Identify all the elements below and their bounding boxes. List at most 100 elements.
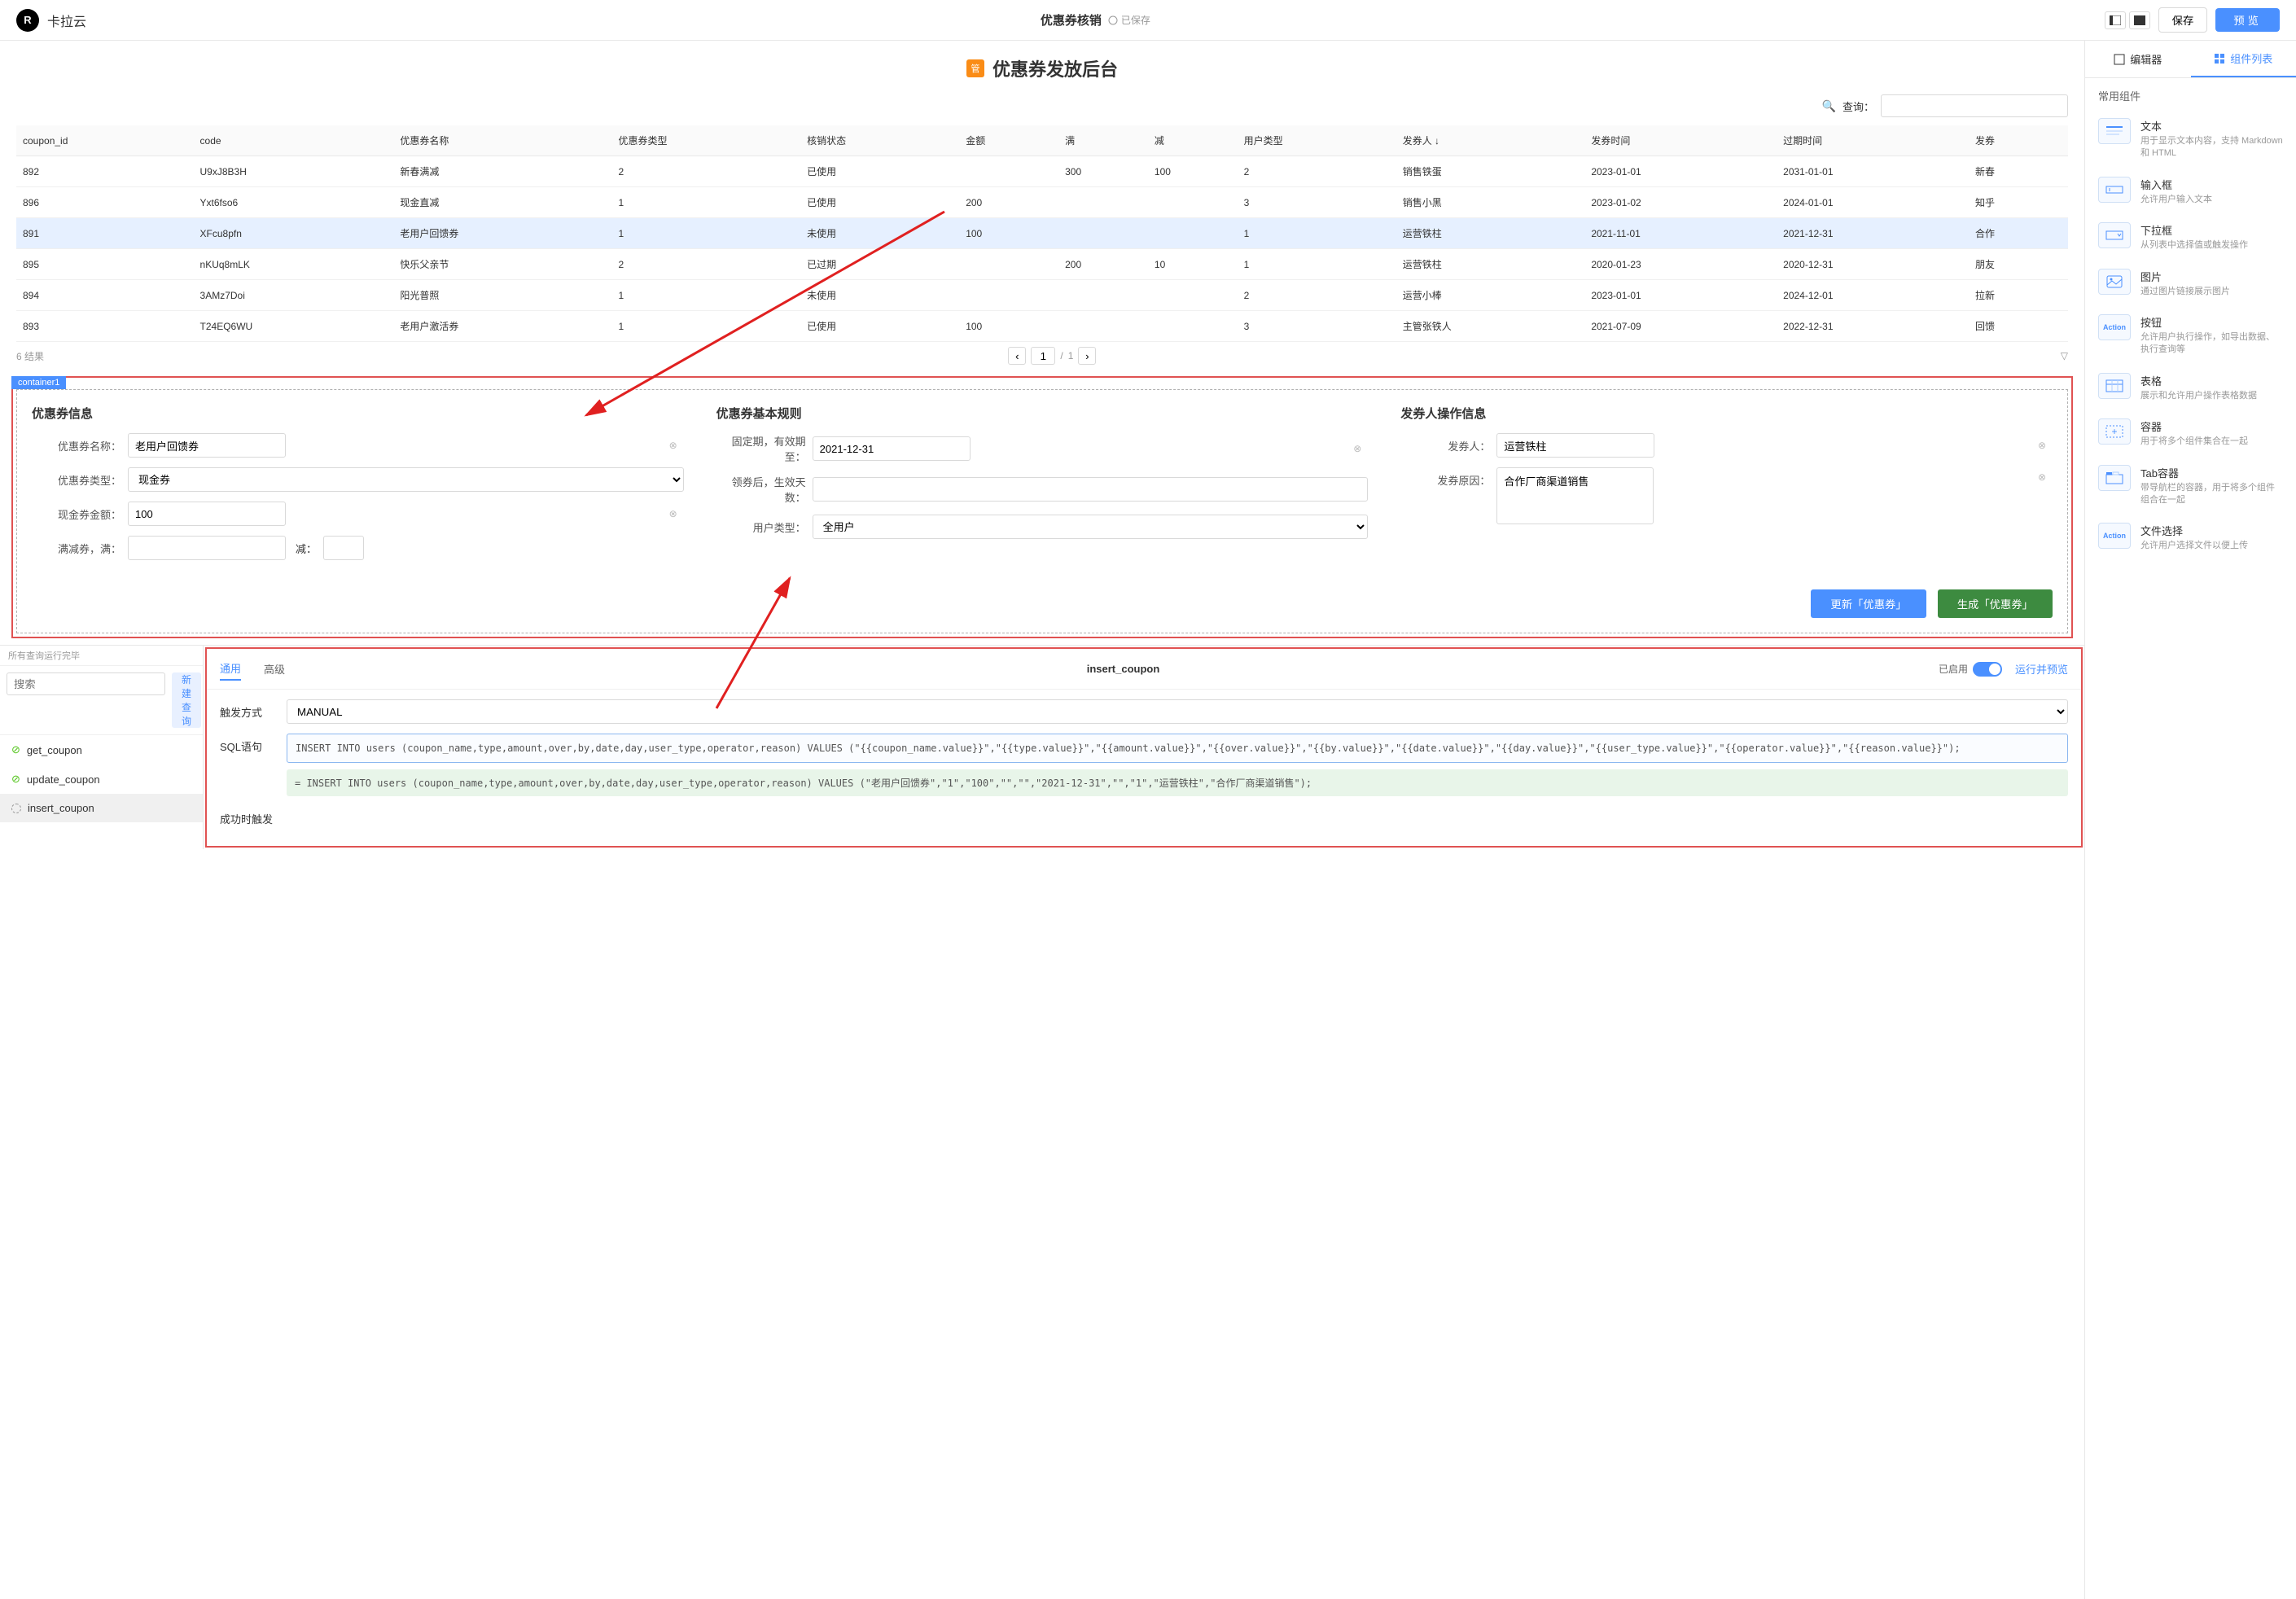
enabled-label: 已启用 — [1939, 662, 1968, 676]
table-header[interactable]: 优惠券名称 — [393, 125, 611, 156]
table-cell: 100 — [959, 218, 1058, 249]
table-header[interactable]: 用户类型 — [1238, 125, 1396, 156]
update-coupon-button[interactable]: 更新「优惠券」 — [1811, 589, 1926, 618]
table-header[interactable]: code — [194, 125, 394, 156]
component-desc: 允许用户执行操作，如导出数据、执行查询等 — [2140, 331, 2283, 357]
table-header[interactable]: coupon_id — [16, 125, 194, 156]
reason-textarea[interactable] — [1496, 467, 1654, 524]
component-desc: 通过图片链接展示图片 — [2140, 286, 2283, 298]
section-operator-title: 发券人操作信息 — [1400, 405, 2053, 422]
table-row[interactable]: 893T24EQ6WU老用户激活券1已使用1003主管张铁人2021-07-09… — [16, 311, 2068, 342]
table-cell: 合作 — [1969, 218, 2068, 249]
trigger-select[interactable]: MANUAL — [287, 699, 2068, 724]
coupon-name-input[interactable] — [128, 433, 286, 458]
preview-button[interactable]: 预览 — [2215, 8, 2280, 32]
editor-icon — [2114, 54, 2125, 65]
table-header[interactable]: 优惠券类型 — [612, 125, 801, 156]
query-search-input[interactable] — [7, 672, 165, 695]
component-icon — [2098, 269, 2131, 295]
table-cell — [1058, 311, 1148, 342]
tab-general[interactable]: 通用 — [220, 657, 241, 681]
component-item[interactable]: Action文件选择允许用户选择文件以便上传 — [2085, 515, 2296, 560]
pager-current[interactable] — [1031, 347, 1055, 365]
table-header[interactable]: 发券 — [1969, 125, 2068, 156]
container1[interactable]: container1 优惠券信息 优惠券名称： ⊗ 优惠券类型： 现金券 — [11, 376, 2073, 638]
table-header[interactable]: 发券人 ↓ — [1396, 125, 1585, 156]
table-header[interactable]: 满 — [1058, 125, 1148, 156]
query-item-insert_coupon[interactable]: insert_coupon — [0, 794, 203, 822]
tab-editor[interactable]: 编辑器 — [2085, 41, 2191, 77]
active-query-name: insert_coupon — [308, 663, 1939, 675]
layout-full-button[interactable] — [2129, 11, 2150, 29]
table-header[interactable]: 金额 — [959, 125, 1058, 156]
create-coupon-button[interactable]: 生成「优惠券」 — [1938, 589, 2053, 618]
clear-icon[interactable]: ⊗ — [2038, 471, 2046, 483]
operator-input[interactable] — [1496, 433, 1654, 458]
component-item[interactable]: 输入框允许用户输入文本 — [2085, 169, 2296, 214]
table-header[interactable]: 过期时间 — [1777, 125, 1969, 156]
section-info-title: 优惠券信息 — [32, 405, 684, 422]
table-cell: 1 — [612, 311, 801, 342]
days-input[interactable] — [813, 477, 1369, 502]
component-icon — [2098, 118, 2131, 144]
table-cell: 2020-01-23 — [1584, 249, 1777, 280]
table-row[interactable]: 891XFcu8pfn老用户回馈券1未使用1001运营铁柱2021-11-012… — [16, 218, 2068, 249]
table-cell: 2024-12-01 — [1777, 280, 1969, 311]
component-item[interactable]: 表格展示和允许用户操作表格数据 — [2085, 365, 2296, 410]
clear-icon[interactable]: ⊗ — [1353, 443, 1361, 454]
table-cell: T24EQ6WU — [194, 311, 394, 342]
amount-input[interactable] — [128, 502, 286, 526]
save-button[interactable]: 保存 — [2158, 7, 2208, 33]
table-cell: 新春 — [1969, 156, 2068, 187]
search-input[interactable] — [1881, 94, 2068, 117]
clear-icon[interactable]: ⊗ — [669, 508, 677, 519]
component-item[interactable]: Tab容器带导航栏的容器，用于将多个组件组合在一起 — [2085, 457, 2296, 515]
table-row[interactable]: 8943AMz7Doi阳光普照1未使用2运营小棒2023-01-012024-1… — [16, 280, 2068, 311]
table-header[interactable]: 发券时间 — [1584, 125, 1777, 156]
clear-icon[interactable]: ⊗ — [2038, 440, 2046, 451]
component-icon: Action — [2098, 523, 2131, 549]
container-label: container1 — [11, 376, 66, 389]
pending-icon — [11, 804, 21, 813]
table-cell: 新春满减 — [393, 156, 611, 187]
table-cell — [959, 280, 1058, 311]
table-cell: 拉新 — [1969, 280, 2068, 311]
component-item[interactable]: 文本用于显示文本内容，支持 Markdown 和 HTML — [2085, 110, 2296, 169]
clear-icon[interactable]: ⊗ — [669, 440, 677, 451]
enabled-toggle[interactable] — [1973, 662, 2002, 677]
table-header[interactable]: 核销状态 — [800, 125, 959, 156]
by-input[interactable] — [323, 536, 364, 560]
component-item[interactable]: 图片通过图片链接展示图片 — [2085, 261, 2296, 306]
run-preview-button[interactable]: 运行并预览 — [2015, 661, 2068, 677]
fixed-date-input[interactable] — [813, 436, 971, 461]
components-section-title: 常用组件 — [2085, 78, 2296, 110]
table-cell: 10 — [1148, 249, 1238, 280]
new-query-button[interactable]: 新建查询 — [172, 672, 201, 728]
pager-next[interactable]: › — [1078, 347, 1096, 365]
coupon-type-select[interactable]: 现金券 — [128, 467, 684, 492]
table-row[interactable]: 895nKUq8mLK快乐父亲节2已过期200101运营铁柱2020-01-23… — [16, 249, 2068, 280]
component-item[interactable]: Action按钮允许用户执行操作，如导出数据、执行查询等 — [2085, 306, 2296, 365]
component-item[interactable]: 下拉框从列表中选择值或触发操作 — [2085, 214, 2296, 260]
table-cell: 200 — [1058, 249, 1148, 280]
table-row[interactable]: 896Yxt6fso6现金直减1已使用2003销售小黑2023-01-02202… — [16, 187, 2068, 218]
table-row[interactable]: 892U9xJ8B3H新春满减2已使用3001002销售铁蛋2023-01-01… — [16, 156, 2068, 187]
layout-sidebar-button[interactable] — [2105, 11, 2126, 29]
component-icon — [2098, 373, 2131, 399]
tab-advanced[interactable]: 高级 — [264, 658, 285, 680]
table-cell: 运营小棒 — [1396, 280, 1585, 311]
saved-badge: 已保存 — [1108, 13, 1150, 27]
query-item-update_coupon[interactable]: ⊘update_coupon — [0, 764, 203, 794]
component-item[interactable]: +容器用于将多个组件集合在一起 — [2085, 410, 2296, 456]
pager-prev[interactable]: ‹ — [1008, 347, 1026, 365]
table-header[interactable]: 减 — [1148, 125, 1238, 156]
pager-filter-icon[interactable]: ▽ — [2061, 350, 2068, 361]
tab-components[interactable]: 组件列表 — [2191, 41, 2296, 77]
component-icon — [2098, 222, 2131, 248]
component-desc: 用于显示文本内容，支持 Markdown 和 HTML — [2140, 135, 2283, 160]
sql-textarea[interactable]: INSERT INTO users (coupon_name,type,amou… — [287, 734, 2068, 763]
user-type-select[interactable]: 全用户 — [813, 515, 1369, 539]
table-cell: 已使用 — [800, 156, 959, 187]
over-input[interactable] — [128, 536, 286, 560]
query-item-get_coupon[interactable]: ⊘get_coupon — [0, 735, 203, 764]
